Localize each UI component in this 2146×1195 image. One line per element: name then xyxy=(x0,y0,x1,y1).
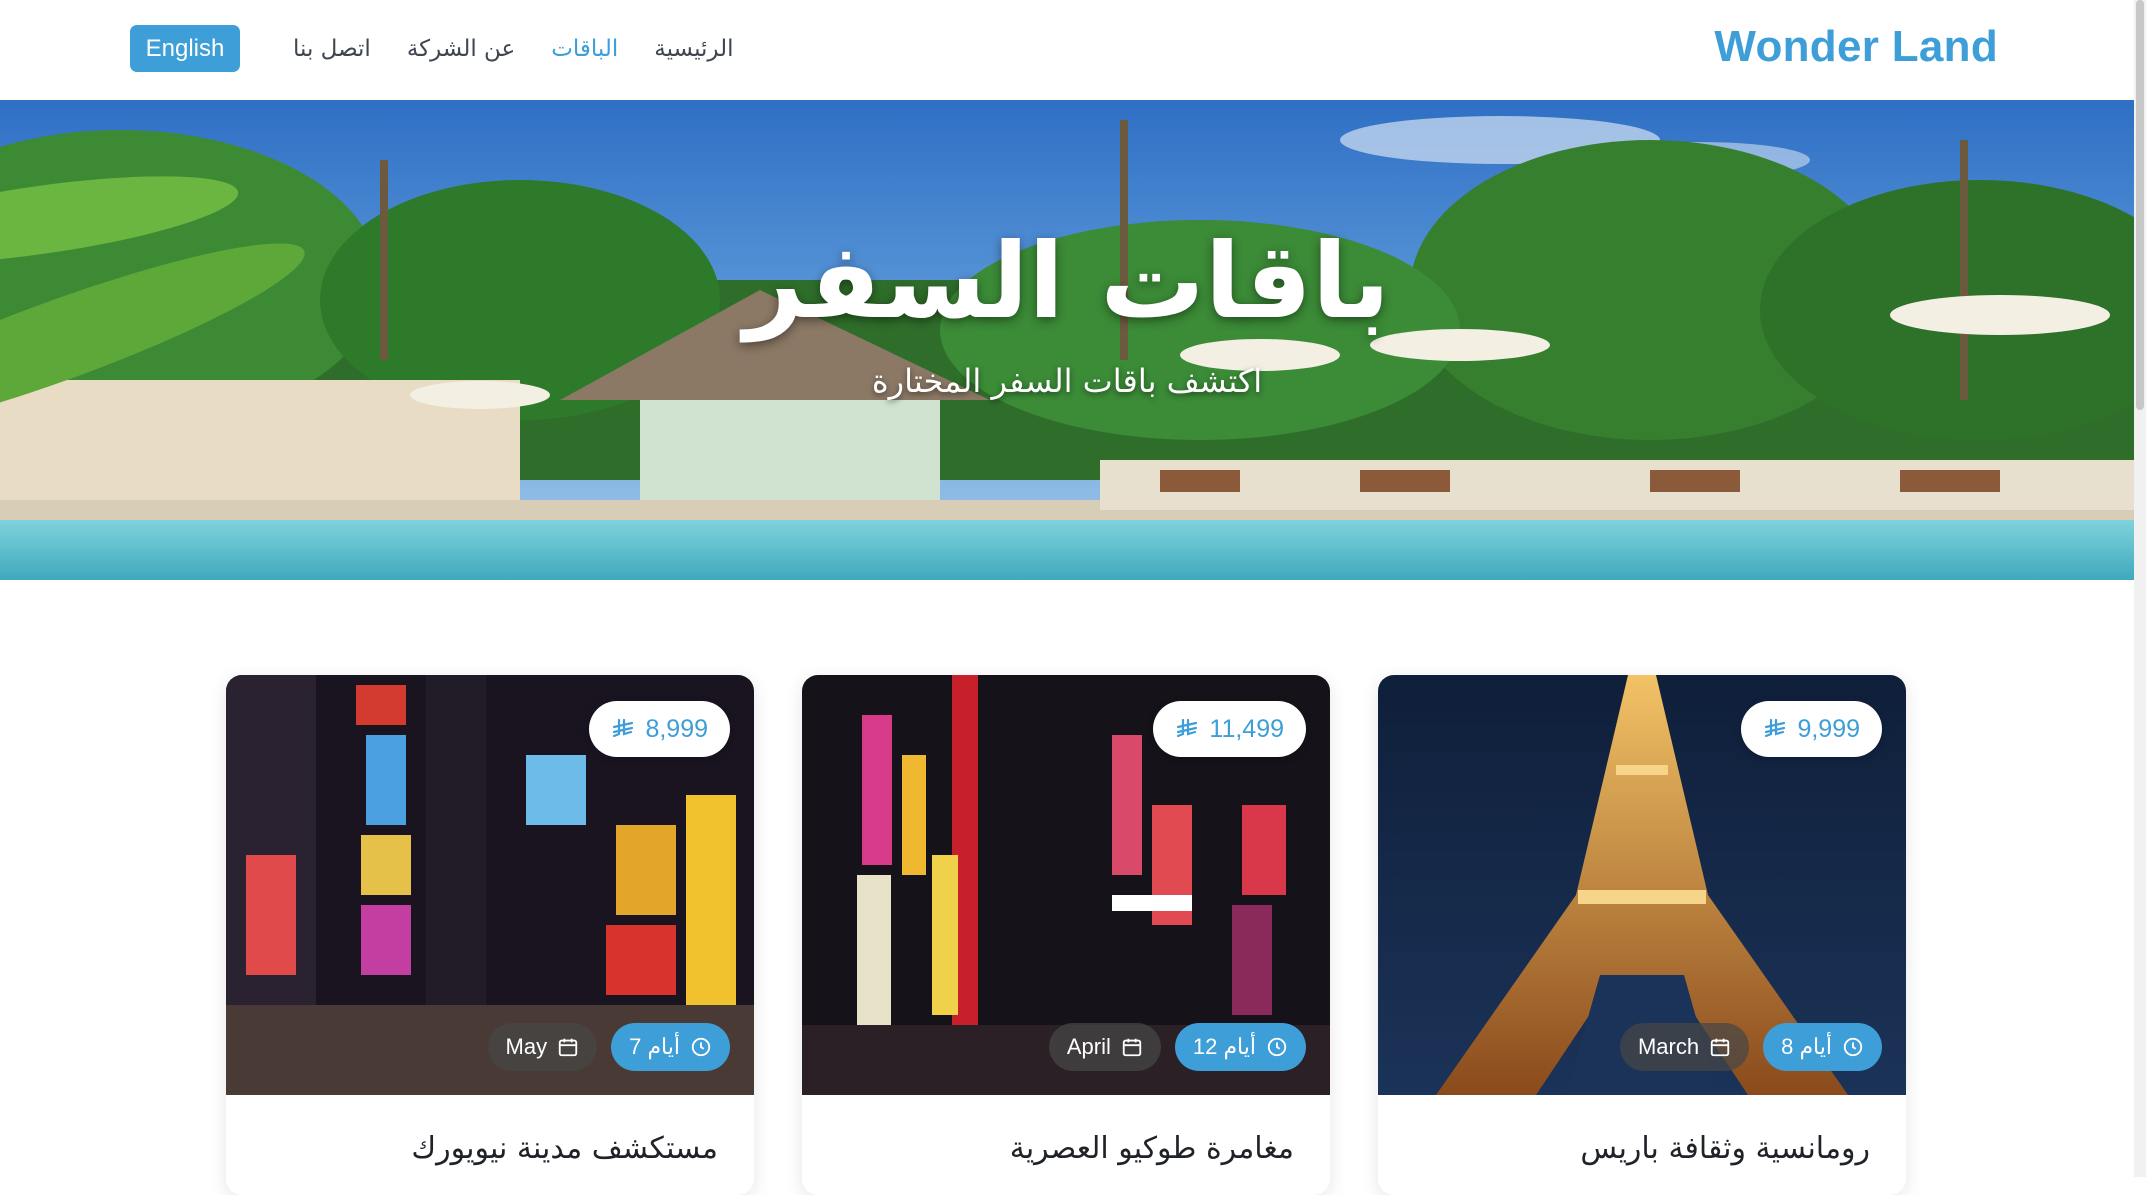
duration-badge: 7 أيام xyxy=(611,1023,730,1071)
nav-about[interactable]: عن الشركة xyxy=(389,36,533,62)
clock-icon xyxy=(1843,1037,1863,1057)
price-badge: 9,999 xyxy=(1741,701,1882,757)
package-card-paris[interactable]: 9,999 March 8 أيام رومانسية وثقافة باريس xyxy=(1378,675,1906,1195)
navbar: Wonder Land اتصل بنا عن الشركة الباقات ا… xyxy=(0,0,2134,101)
clock-icon xyxy=(1267,1037,1287,1057)
month-label: March xyxy=(1637,1034,1700,1059)
month-label: May xyxy=(505,1034,548,1059)
duration-label: 12 أيام xyxy=(1192,1034,1256,1059)
language-toggle-button[interactable]: English xyxy=(130,25,240,72)
saudi-riyal-icon xyxy=(613,718,634,738)
packages-grid: 8,999 May 7 أيام مستكشف مدينة نيويورك 11… xyxy=(226,675,1906,1195)
saudi-riyal-icon xyxy=(1177,718,1198,738)
hero-subtitle: اكتشف باقات السفر المختارة xyxy=(871,362,1263,400)
page-scrollbar[interactable] xyxy=(2134,0,2146,1177)
package-card-newyork[interactable]: 8,999 May 7 أيام مستكشف مدينة نيويورك xyxy=(226,675,754,1195)
nav-packages[interactable]: الباقات xyxy=(533,36,636,62)
price-badge: 11,499 xyxy=(1153,701,1306,757)
nav-contact[interactable]: اتصل بنا xyxy=(275,36,389,62)
calendar-icon xyxy=(558,1038,578,1057)
package-meta: April 12 أيام xyxy=(1048,1023,1306,1071)
package-title[interactable]: مستكشف مدينة نيويورك xyxy=(411,1131,718,1166)
package-card-tokyo[interactable]: 11,499 April 12 أيام مغامرة طوكيو العصري… xyxy=(802,675,1330,1195)
package-title[interactable]: مغامرة طوكيو العصرية xyxy=(1010,1131,1294,1166)
saudi-riyal-icon xyxy=(1765,718,1786,738)
package-meta: March 8 أيام xyxy=(1619,1023,1882,1071)
month-badge: April xyxy=(1048,1023,1161,1071)
nav-home[interactable]: الرئيسية xyxy=(636,36,751,62)
package-title[interactable]: رومانسية وثقافة باريس xyxy=(1580,1131,1870,1166)
price-value: 11,499 xyxy=(1209,714,1284,743)
package-meta: May 7 أيام xyxy=(487,1023,730,1071)
duration-badge: 8 أيام xyxy=(1763,1023,1882,1071)
duration-label: 8 أيام xyxy=(1781,1034,1832,1059)
price-value: 9,999 xyxy=(1797,714,1860,743)
clock-icon xyxy=(691,1037,711,1057)
hero-title: باقات السفر xyxy=(743,220,1391,342)
hero-banner: باقات السفر اكتشف باقات السفر المختارة xyxy=(0,100,2134,580)
brand-logo[interactable]: Wonder Land xyxy=(1714,22,1998,72)
scrollbar-thumb[interactable] xyxy=(2136,0,2144,410)
duration-label: 7 أيام xyxy=(629,1034,680,1059)
price-value: 8,999 xyxy=(645,714,708,743)
price-badge: 8,999 xyxy=(589,701,730,757)
month-badge: May xyxy=(487,1023,598,1071)
calendar-icon xyxy=(1710,1038,1730,1057)
duration-badge: 12 أيام xyxy=(1174,1023,1306,1071)
calendar-icon xyxy=(1122,1038,1142,1057)
month-badge: March xyxy=(1619,1023,1750,1071)
month-label: April xyxy=(1066,1034,1111,1059)
